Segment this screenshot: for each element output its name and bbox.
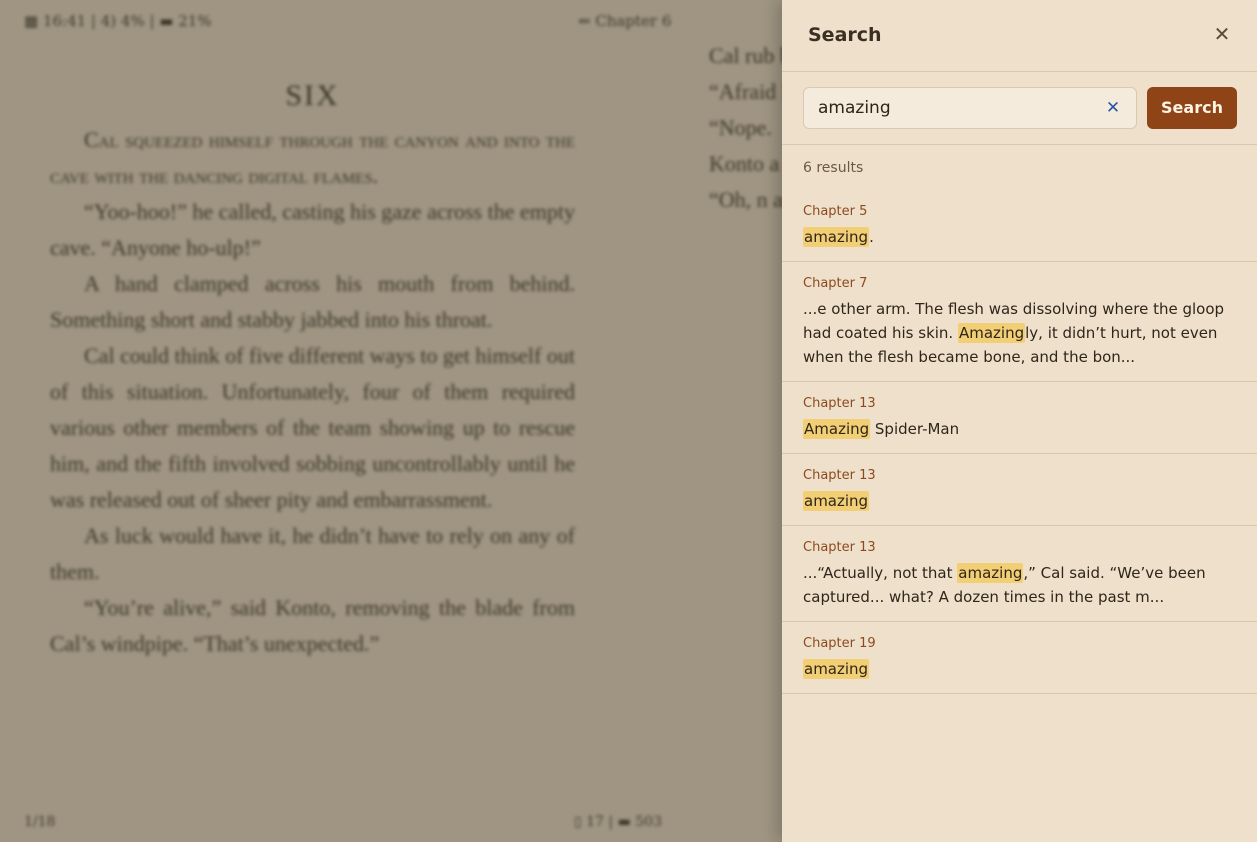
search-input-container: ✕ <box>803 87 1137 129</box>
search-match-highlight: Amazing <box>957 323 1026 343</box>
search-match-highlight: amazing <box>803 491 870 511</box>
search-result-item[interactable]: Chapter 5 amazing. <box>782 190 1257 262</box>
search-result-item[interactable]: Chapter 7 ...e other arm. The flesh was … <box>782 262 1257 382</box>
result-snippet: amazing. <box>803 225 1237 249</box>
result-chapter: Chapter 13 <box>803 468 876 483</box>
result-chapter: Chapter 19 <box>803 636 876 651</box>
search-results-list: Chapter 5 amazing. Chapter 7 ...e other … <box>782 190 1257 694</box>
search-panel: Search ✕ ✕ Search 6 results Chapter 5 am… <box>782 0 1257 842</box>
search-match-highlight: amazing <box>803 659 870 679</box>
result-snippet: ...e other arm. The flesh was dissolving… <box>803 297 1237 369</box>
result-snippet: Amazing Spider-Man <box>803 417 1237 441</box>
result-snippet: amazing <box>803 657 1237 681</box>
result-snippet: ...“Actually, not that amazing,” Cal sai… <box>803 561 1237 609</box>
search-result-item[interactable]: Chapter 13 ...“Actually, not that amazin… <box>782 526 1257 622</box>
result-chapter: Chapter 13 <box>803 396 876 411</box>
snippet-before: ...“Actually, not that <box>803 564 958 582</box>
search-match-highlight: amazing <box>957 563 1024 583</box>
search-result-item[interactable]: Chapter 13 amazing <box>782 454 1257 526</box>
search-bar: ✕ Search <box>782 72 1257 145</box>
search-button[interactable]: Search <box>1147 87 1237 129</box>
close-icon[interactable]: ✕ <box>1209 20 1235 48</box>
search-input[interactable] <box>818 88 1088 128</box>
search-match-highlight: Amazing <box>803 419 871 439</box>
result-chapter: Chapter 5 <box>803 204 868 219</box>
snippet-after: Spider-Man <box>870 420 960 438</box>
snippet-after: . <box>869 228 874 246</box>
search-result-item[interactable]: Chapter 13 Amazing Spider-Man <box>782 382 1257 454</box>
results-count: 6 results <box>803 160 864 176</box>
clear-search-icon[interactable]: ✕ <box>1102 96 1124 120</box>
search-result-item[interactable]: Chapter 19 amazing <box>782 622 1257 694</box>
result-snippet: amazing <box>803 489 1237 513</box>
search-panel-title: Search <box>808 24 882 46</box>
search-panel-header: Search ✕ <box>782 0 1257 72</box>
result-chapter: Chapter 13 <box>803 540 876 555</box>
search-match-highlight: amazing <box>803 227 870 247</box>
result-chapter: Chapter 7 <box>803 276 868 291</box>
